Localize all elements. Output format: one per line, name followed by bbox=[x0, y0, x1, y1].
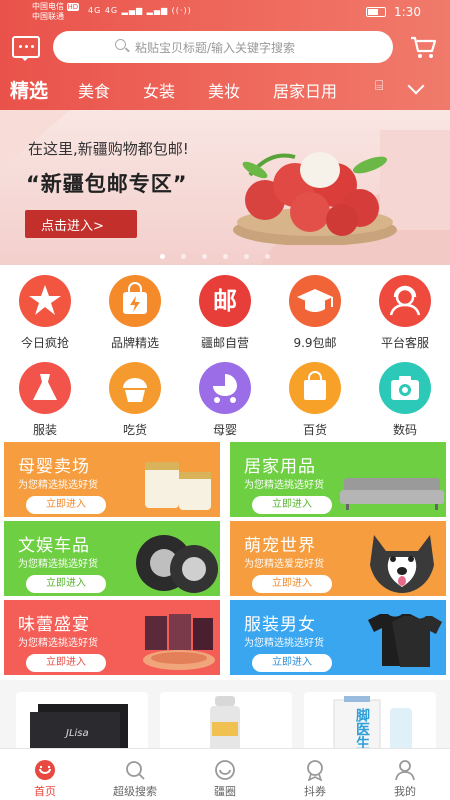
product-card[interactable]: 脚医生 bbox=[304, 692, 436, 752]
product-image bbox=[30, 704, 128, 752]
enter-button[interactable]: 立即进入 bbox=[252, 496, 332, 514]
cart-icon[interactable] bbox=[410, 36, 438, 60]
signal-icon: 4G 4G ▂▄▆ ▂▄▆ ((·)) bbox=[88, 6, 192, 15]
category-clothing[interactable]: 服装 bbox=[5, 362, 85, 438]
mail-glyph-icon: 邮 bbox=[199, 275, 251, 327]
stroller-icon bbox=[199, 362, 251, 414]
promo-card-fashion[interactable]: 服装男女 为您精选挑选好货 立即进入 bbox=[230, 600, 446, 675]
tab-home[interactable]: 居家日用 bbox=[273, 78, 337, 102]
enter-button[interactable]: 立即进入 bbox=[26, 496, 106, 514]
badge-icon bbox=[304, 759, 326, 782]
promo-card-auto[interactable]: 文娱车品 为您精选挑选好货 立即进入 bbox=[4, 521, 220, 596]
bag-icon bbox=[109, 275, 161, 327]
category-service[interactable]: 平台客服 bbox=[365, 275, 445, 351]
carrier-info: 中国电信 HD 中国联通 bbox=[32, 2, 80, 21]
category-self-run[interactable]: 邮 疆邮自营 bbox=[185, 275, 265, 351]
milk-can-image bbox=[145, 462, 211, 510]
chevron-down-icon[interactable] bbox=[407, 77, 425, 95]
header: 中国电信 HD 中国联通 4G 4G ▂▄▆ ▂▄▆ ((·)) 1:30 粘贴… bbox=[0, 0, 450, 110]
promo-section: 母婴卖场 为您精选挑选好货 立即进入 居家用品 为您精选挑选好货 立即进入 文娱… bbox=[0, 440, 450, 680]
tab-beauty[interactable]: 美妆 bbox=[208, 78, 240, 102]
category-brand[interactable]: 品牌精选 bbox=[95, 275, 175, 351]
snack-image bbox=[143, 614, 215, 670]
shopping-bag-icon bbox=[289, 362, 341, 414]
clock: 1:30 bbox=[394, 5, 421, 19]
nav-super-search[interactable]: 超级搜索 bbox=[90, 753, 180, 799]
banner-line1: 在这里,新疆购物都包邮! bbox=[28, 140, 189, 158]
sofa-image bbox=[340, 478, 444, 510]
category-baby[interactable]: 母婴 bbox=[185, 362, 265, 438]
lychee-image bbox=[233, 152, 397, 245]
search-icon bbox=[115, 39, 126, 50]
promo-card-snacks[interactable]: 味蕾盛宴 为您精选挑选好货 立即进入 bbox=[4, 600, 220, 675]
category-today-rush[interactable]: 今日疯抢 bbox=[5, 275, 85, 351]
promo-card-baby[interactable]: 母婴卖场 为您精选挑选好货 立即进入 bbox=[4, 442, 220, 517]
category-grid: 今日疯抢 品牌精选 邮 疆邮自营 9.9包邮 平台客服 服装 吃货 母婴 百货 … bbox=[0, 265, 450, 440]
tab-food[interactable]: 美食 bbox=[78, 78, 110, 102]
category-tabs: 精选 美食 女装 美妆 居家日用 ⌸ bbox=[0, 72, 450, 106]
banner-enter-button[interactable]: 点击进入> bbox=[25, 210, 137, 238]
tshirt-image bbox=[368, 614, 442, 667]
support-agent-icon bbox=[379, 275, 431, 327]
promo-card-home[interactable]: 居家用品 为您精选挑选好货 立即进入 bbox=[230, 442, 446, 517]
promo-card-pets[interactable]: 萌宠世界 为您精选爱宠好货 立即进入 bbox=[230, 521, 446, 596]
spray-can-image bbox=[210, 696, 240, 752]
enter-button[interactable]: 立即进入 bbox=[26, 654, 106, 672]
product-card[interactable] bbox=[160, 692, 292, 752]
husky-image bbox=[370, 535, 434, 593]
tab-featured[interactable]: 精选 bbox=[10, 76, 48, 103]
bottom-nav: 首页 超级搜索 疆圈 抖券 我的 bbox=[0, 748, 450, 800]
nav-coupons[interactable]: 抖券 bbox=[270, 753, 360, 799]
status-bar: 中国电信 HD 中国联通 4G 4G ▂▄▆ ▂▄▆ ((·)) 1:30 bbox=[0, 0, 450, 24]
battery-icon bbox=[366, 7, 386, 17]
category-general[interactable]: 百货 bbox=[275, 362, 355, 438]
enter-button[interactable]: 立即进入 bbox=[252, 575, 332, 593]
product-row: JLisa 脚医生 bbox=[0, 688, 450, 752]
tab-women[interactable]: 女装 bbox=[143, 78, 175, 102]
dress-icon bbox=[19, 362, 71, 414]
enter-button[interactable]: 立即进入 bbox=[252, 654, 332, 672]
star-face-icon bbox=[19, 275, 71, 327]
nav-profile[interactable]: 我的 bbox=[360, 753, 450, 799]
banner-title: “新疆包邮专区” bbox=[26, 172, 188, 196]
tab-partial[interactable]: ⌸ bbox=[375, 78, 383, 94]
nav-home[interactable]: 首页 bbox=[0, 753, 90, 799]
search-input[interactable]: 粘贴宝贝标题/输入关键字搜索 bbox=[53, 31, 393, 63]
carousel-dots bbox=[160, 244, 286, 263]
search-icon bbox=[124, 759, 146, 781]
search-placeholder: 粘贴宝贝标题/输入关键字搜索 bbox=[135, 41, 296, 55]
category-food[interactable]: 吃货 bbox=[95, 362, 175, 438]
graduation-cap-icon bbox=[289, 275, 341, 327]
enter-button[interactable]: 立即进入 bbox=[26, 575, 106, 593]
cupcake-icon bbox=[109, 362, 161, 414]
message-icon[interactable] bbox=[12, 36, 40, 61]
home-face-icon bbox=[34, 759, 56, 781]
product-card[interactable]: JLisa bbox=[16, 692, 148, 752]
camera-icon bbox=[379, 362, 431, 414]
nav-circle[interactable]: 疆圈 bbox=[180, 753, 270, 799]
user-icon bbox=[394, 759, 416, 781]
tires-image bbox=[136, 535, 218, 593]
category-digital[interactable]: 数码 bbox=[365, 362, 445, 438]
promo-banner[interactable]: 在这里,新疆购物都包邮! “新疆包邮专区” 点击进入> bbox=[0, 110, 450, 265]
smile-icon bbox=[214, 759, 236, 781]
category-9-9[interactable]: 9.9包邮 bbox=[275, 275, 355, 351]
